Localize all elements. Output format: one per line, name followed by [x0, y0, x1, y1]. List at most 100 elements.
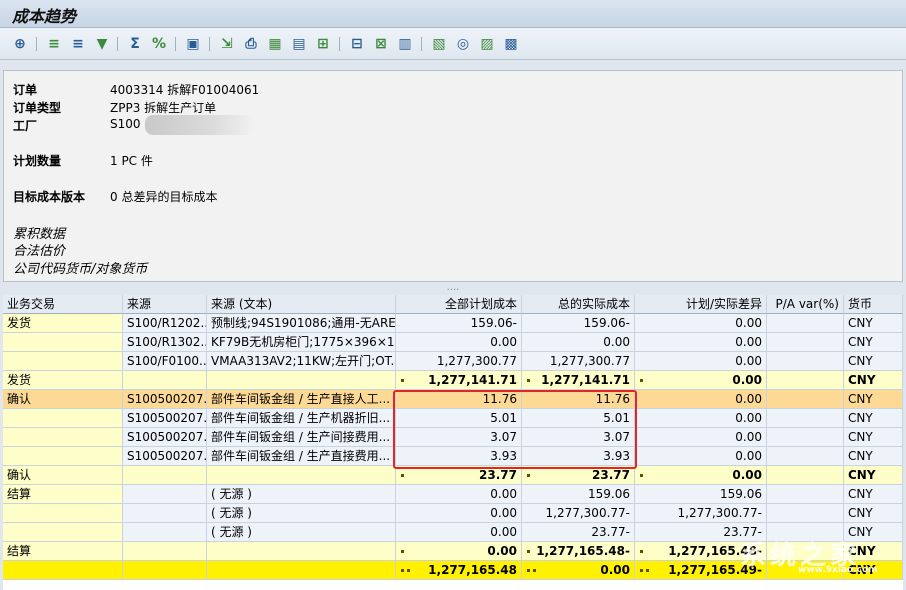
cell-type — [3, 352, 123, 371]
cell-source-text: ( 无源 ) — [207, 485, 396, 504]
cell-plan: 0.00 — [396, 333, 522, 352]
cell-pct — [767, 504, 844, 523]
column-header-diff[interactable]: 计划/实际差异 — [635, 295, 767, 314]
cell-source-text: 部件车间钣金组 / 生产间接费用... — [207, 428, 396, 447]
cell-diff: 0.00 — [635, 409, 767, 428]
table-row[interactable]: S100/F0100... VMAA313AV2;11KW;左开门;OT... 1,… — [3, 352, 903, 371]
order-label: 订单 — [13, 83, 38, 97]
subtotal-icon[interactable]: % — [150, 35, 168, 53]
plant-value: S100 — [110, 117, 141, 131]
toolbar-separator — [36, 37, 37, 51]
column-header-source[interactable]: 来源 — [123, 295, 207, 314]
cell-diff: 0.00 — [635, 333, 767, 352]
cell-type — [3, 447, 123, 466]
cell-source: S100/R1302... — [123, 333, 207, 352]
cell-source-text: 部件车间钣金组 / 生产直接人工... — [207, 390, 396, 409]
sum-marker-icon — [527, 569, 530, 572]
settings-icon[interactable]: ▩ — [502, 35, 520, 53]
cell-pct — [767, 447, 844, 466]
table-row[interactable]: 发货 S100/R1202... 预制线;94S1901086;通用-无ARE...… — [3, 314, 903, 333]
cell-pct — [767, 352, 844, 371]
cell-type: 发货 — [3, 314, 123, 333]
cell-source — [123, 542, 207, 561]
cell-diff: 0.00 — [635, 352, 767, 371]
cell-actual: 159.06 — [522, 485, 635, 504]
sum-marker-icon — [401, 474, 404, 477]
sum-marker-icon — [640, 379, 643, 382]
cell-source: S100500207... — [123, 428, 207, 447]
target-cost-value: 0 总差异的目标成本 — [110, 190, 218, 204]
local-file-icon[interactable]: ⎙ — [242, 35, 260, 53]
variance-icon[interactable]: ▨ — [478, 35, 496, 53]
abc-analysis-icon[interactable]: ▧ — [430, 35, 448, 53]
filter-icon[interactable]: ▼ — [93, 35, 111, 53]
graphic-icon[interactable]: ▥ — [396, 35, 414, 53]
spreadsheet-icon[interactable]: ▦ — [266, 35, 284, 53]
table-row[interactable]: ( 无源 ) 0.00 1,277,300.77- 1,277,300.77- CNY — [3, 504, 903, 523]
cell-actual: 1,277,300.77 — [522, 352, 635, 371]
cell-source-text: 部件车间钣金组 / 生产机器折旧... — [207, 409, 396, 428]
column-header-pct[interactable]: P/A var(%) — [767, 295, 844, 314]
cell-source-text: 预制线;94S1901086;通用-无ARE... — [207, 314, 396, 333]
cell-diff: 0.00 — [635, 447, 767, 466]
cell-type — [3, 428, 123, 447]
cell-type: 结算 — [3, 485, 123, 504]
save-layout-icon[interactable]: ⊠ — [372, 35, 390, 53]
planned-qty-label: 计划数量 — [13, 154, 62, 168]
sort-descending-icon[interactable]: ≡ — [69, 35, 87, 53]
cell-plan: 0.00 — [396, 504, 522, 523]
cell-diff: 0.00 — [635, 428, 767, 447]
cell-diff: 0.00 — [635, 390, 767, 409]
cell-type: 确认 — [3, 466, 123, 485]
column-header-cur[interactable]: 货币 — [844, 295, 903, 314]
cell-diff: 1,277,300.77- — [635, 504, 767, 523]
table-row[interactable]: 结算( 无源 ) 0.00 159.06 159.06 CNY — [3, 485, 903, 504]
cell-cur: CNY — [844, 390, 903, 409]
cell-source-text — [207, 542, 396, 561]
sum-icon[interactable]: Σ — [126, 35, 144, 53]
column-header-plan[interactable]: 全部计划成本 — [396, 295, 522, 314]
grid-header-row: 业务交易 来源 来源 (文本) 全部计划成本 总的实际成本 计划/实际差异 P/A var(… — [3, 295, 903, 314]
toolbar: ⊕ ≡ ≡ ▼ Σ% ▣ ⇲ ⎙ ▦ ▤ ⊞ ⊟ ⊠ ▥ ▧ ◎ ▨ ▩ — [0, 28, 906, 60]
cell-actual: 1,277,300.77- — [522, 504, 635, 523]
cell-source — [123, 504, 207, 523]
detail-icon[interactable]: ⊕ — [11, 35, 29, 53]
table-row[interactable]: S100/R1302... KF79B无机房柜门;1775×396×1... 0.0… — [3, 333, 903, 352]
cell-cur: CNY — [844, 314, 903, 333]
cell-type — [3, 561, 123, 580]
cell-source-text: VMAA313AV2;11KW;左开门;OT... — [207, 352, 396, 371]
sum-marker-icon — [640, 550, 643, 553]
column-header-source-text[interactable]: 来源 (文本) — [207, 295, 396, 314]
order-type-label: 订单类型 — [13, 101, 62, 115]
sum-marker-icon — [401, 379, 404, 382]
export-icon[interactable]: ⇲ — [218, 35, 236, 53]
cell-actual: 1,277,141.71 — [522, 371, 635, 390]
information-icon[interactable]: ◎ — [454, 35, 472, 53]
cell-source — [123, 485, 207, 504]
note-valuation: 合法估价 — [13, 244, 66, 259]
splitter-handle[interactable]: .... — [0, 283, 906, 294]
column-header-type[interactable]: 业务交易 — [3, 295, 123, 314]
layout-icon[interactable]: ⊞ — [314, 35, 332, 53]
subtotal-row[interactable]: 发货 1,277,141.71 1,277,141.71 0.00 CNY — [3, 371, 903, 390]
cell-plan: 1,277,141.71 — [396, 371, 522, 390]
planned-qty-value: 1 PC 件 — [110, 154, 153, 168]
cell-type — [3, 523, 123, 542]
toolbar-separator — [209, 37, 210, 51]
print-preview-icon[interactable]: ▣ — [184, 35, 202, 53]
word-processing-icon[interactable]: ▤ — [290, 35, 308, 53]
cell-type: 发货 — [3, 371, 123, 390]
column-header-actual[interactable]: 总的实际成本 — [522, 295, 635, 314]
choose-layout-icon[interactable]: ⊟ — [348, 35, 366, 53]
toolbar-separator — [421, 37, 422, 51]
watermark-url: www.9xiao.com — [798, 565, 878, 575]
sum-marker-icon — [401, 550, 404, 553]
sort-ascending-icon[interactable]: ≡ — [45, 35, 63, 53]
cell-source — [123, 561, 207, 580]
cell-plan: 1,277,300.77 — [396, 352, 522, 371]
sum-marker-icon — [640, 569, 643, 572]
cell-source: S100500207... — [123, 447, 207, 466]
cell-cur: CNY — [844, 485, 903, 504]
sum-marker-icon — [401, 569, 404, 572]
cell-source — [123, 523, 207, 542]
